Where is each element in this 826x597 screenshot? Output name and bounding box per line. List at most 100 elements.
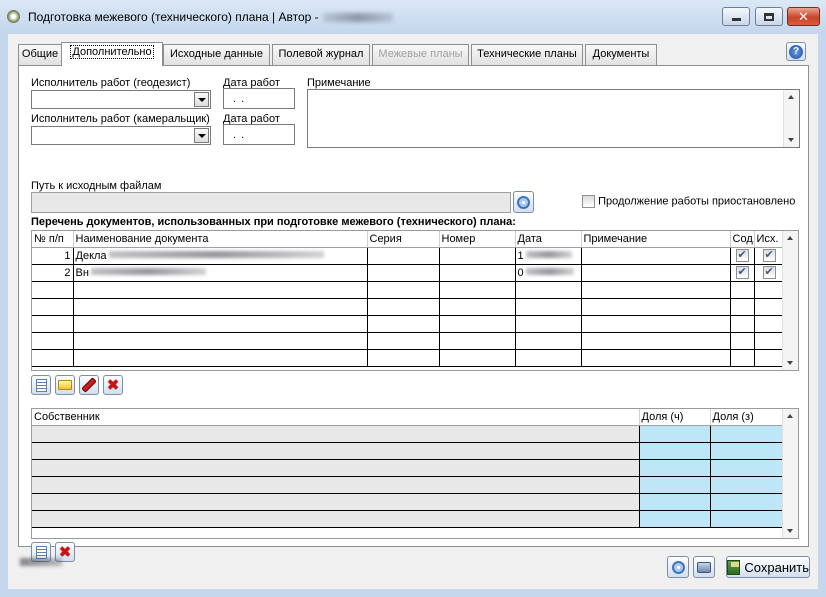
col-header-doc-name[interactable]: Наименование документа bbox=[73, 231, 368, 248]
cell-note[interactable] bbox=[581, 264, 731, 282]
save-button[interactable]: Сохранить bbox=[726, 556, 810, 578]
cell-number[interactable]: 2 bbox=[32, 264, 74, 282]
col-header-note[interactable]: Примечание bbox=[581, 231, 731, 248]
suspended-label: Продолжение работы приостановлено bbox=[598, 195, 796, 208]
table-row[interactable] bbox=[32, 442, 785, 460]
tab-general[interactable]: Общие bbox=[18, 44, 62, 65]
minimize-button[interactable] bbox=[722, 7, 750, 26]
table-row-empty[interactable] bbox=[32, 281, 785, 299]
cell-series[interactable] bbox=[367, 247, 440, 265]
author-name-redacted bbox=[322, 13, 393, 22]
help-button[interactable]: ? bbox=[786, 42, 806, 61]
tab-survey-plans: Межевые планы bbox=[372, 44, 469, 65]
suspended-checkbox[interactable] bbox=[582, 195, 595, 208]
chevron-down-icon bbox=[197, 133, 206, 138]
open-document-button[interactable] bbox=[55, 375, 75, 395]
close-button[interactable]: ✕ bbox=[787, 7, 820, 26]
tab-source-data[interactable]: Исходные данные bbox=[163, 44, 270, 65]
owners-scrollbar[interactable] bbox=[782, 409, 798, 538]
maximize-button[interactable] bbox=[755, 7, 783, 26]
executor-geodesist-select[interactable] bbox=[31, 90, 211, 109]
delete-document-button[interactable]: ✖ bbox=[103, 375, 123, 395]
col-header-series[interactable]: Серия bbox=[367, 231, 440, 248]
cell-number[interactable]: 1 bbox=[32, 247, 74, 265]
chevron-down-icon bbox=[197, 97, 206, 102]
table-row[interactable] bbox=[32, 493, 785, 511]
content-checkbox[interactable] bbox=[735, 265, 749, 279]
col-header-number[interactable]: № п/п bbox=[32, 231, 74, 248]
window-title-text: Подготовка межевого (технического) плана… bbox=[28, 10, 319, 24]
table-row[interactable]: 1 Декла 1 bbox=[32, 247, 785, 265]
scroll-up-icon bbox=[787, 236, 793, 240]
cell-doc-name[interactable]: Вн bbox=[73, 264, 368, 282]
settings-button[interactable] bbox=[667, 556, 689, 578]
documents-scrollbar[interactable] bbox=[782, 231, 798, 370]
table-row-empty[interactable] bbox=[32, 315, 785, 333]
cell-doc-number[interactable] bbox=[439, 264, 516, 282]
content-checkbox[interactable] bbox=[735, 248, 749, 262]
tab-field-journal[interactable]: Полевой журнал bbox=[272, 44, 370, 65]
tab-technical-plans[interactable]: Технические планы bbox=[471, 44, 583, 65]
tab-survey-plans-label: Межевые планы bbox=[378, 48, 463, 60]
documents-grid[interactable]: № п/п Наименование документа Серия Номер… bbox=[31, 230, 799, 371]
col-header-share-numerator[interactable]: Доля (ч) bbox=[639, 409, 711, 426]
source-checkbox[interactable] bbox=[762, 265, 776, 279]
cell-doc-name[interactable]: Декла bbox=[73, 247, 368, 265]
suspended-checkbox-row[interactable]: Продолжение работы приостановлено bbox=[582, 195, 795, 208]
tab-additional[interactable]: Дополнительно bbox=[61, 42, 163, 66]
browse-source-path-button[interactable] bbox=[513, 191, 534, 213]
print-button[interactable] bbox=[693, 556, 715, 578]
note-scrollbar[interactable] bbox=[783, 90, 799, 147]
cell-date[interactable]: 0 bbox=[515, 264, 582, 282]
cell-doc-number[interactable] bbox=[439, 247, 516, 265]
scroll-down-icon bbox=[788, 138, 794, 142]
table-row[interactable]: 2 Вн 0 bbox=[32, 264, 785, 282]
status-text-redacted bbox=[20, 558, 62, 566]
cell-note[interactable] bbox=[581, 247, 731, 265]
executor-office-select[interactable] bbox=[31, 126, 211, 145]
tab-documents-label: Документы bbox=[592, 48, 650, 60]
executor-office-label: Исполнитель работ (камеральщик) bbox=[31, 113, 210, 125]
table-row-empty[interactable] bbox=[32, 298, 785, 316]
executor-office-dropdown-button[interactable] bbox=[194, 128, 209, 143]
cell-content-flag[interactable] bbox=[730, 247, 755, 265]
cell-source-flag[interactable] bbox=[754, 264, 785, 282]
table-row[interactable] bbox=[32, 459, 785, 477]
minimize-icon bbox=[731, 18, 741, 21]
add-document-button[interactable] bbox=[31, 375, 51, 395]
cell-date[interactable]: 1 bbox=[515, 247, 582, 265]
work-date-input-1[interactable]: . . bbox=[223, 88, 295, 109]
table-row[interactable] bbox=[32, 425, 785, 443]
table-row-empty[interactable] bbox=[32, 332, 785, 350]
col-header-date[interactable]: Дата bbox=[515, 231, 582, 248]
table-row[interactable] bbox=[32, 476, 785, 494]
table-row-empty[interactable] bbox=[32, 349, 785, 367]
window-client: Общие Дополнительно Исходные данные Поле… bbox=[8, 34, 818, 589]
work-date-input-2[interactable]: . . bbox=[223, 124, 295, 145]
date-text: 0 bbox=[517, 266, 524, 279]
edit-document-button[interactable] bbox=[79, 375, 99, 395]
document-list-title: Перечень документов, использованных при … bbox=[31, 216, 516, 228]
doc-name-text: Вн bbox=[75, 266, 89, 279]
cell-content-flag[interactable] bbox=[730, 264, 755, 282]
table-row[interactable] bbox=[32, 510, 785, 528]
col-header-owner[interactable]: Собственник bbox=[32, 409, 640, 426]
cell-series[interactable] bbox=[367, 264, 440, 282]
owners-grid[interactable]: Собственник Доля (ч) Доля (з) bbox=[31, 408, 799, 539]
source-path-input[interactable] bbox=[31, 192, 511, 213]
col-header-source[interactable]: Исх. bbox=[754, 231, 785, 248]
folder-icon bbox=[58, 380, 72, 390]
col-header-content[interactable]: Сод. bbox=[730, 231, 755, 248]
add-document-icon bbox=[35, 378, 47, 392]
cell-source-flag[interactable] bbox=[754, 247, 785, 265]
add-document-icon bbox=[35, 545, 47, 559]
scroll-up-icon bbox=[787, 414, 793, 418]
source-checkbox[interactable] bbox=[762, 248, 776, 262]
note-textarea[interactable] bbox=[307, 89, 800, 148]
window-title: Подготовка межевого (технического) плана… bbox=[28, 10, 393, 24]
tab-additional-label: Дополнительно bbox=[70, 45, 154, 59]
col-header-doc-number[interactable]: Номер bbox=[439, 231, 516, 248]
col-header-share-denominator[interactable]: Доля (з) bbox=[710, 409, 785, 426]
executor-geodesist-dropdown-button[interactable] bbox=[194, 92, 209, 107]
tab-documents[interactable]: Документы bbox=[585, 44, 657, 65]
